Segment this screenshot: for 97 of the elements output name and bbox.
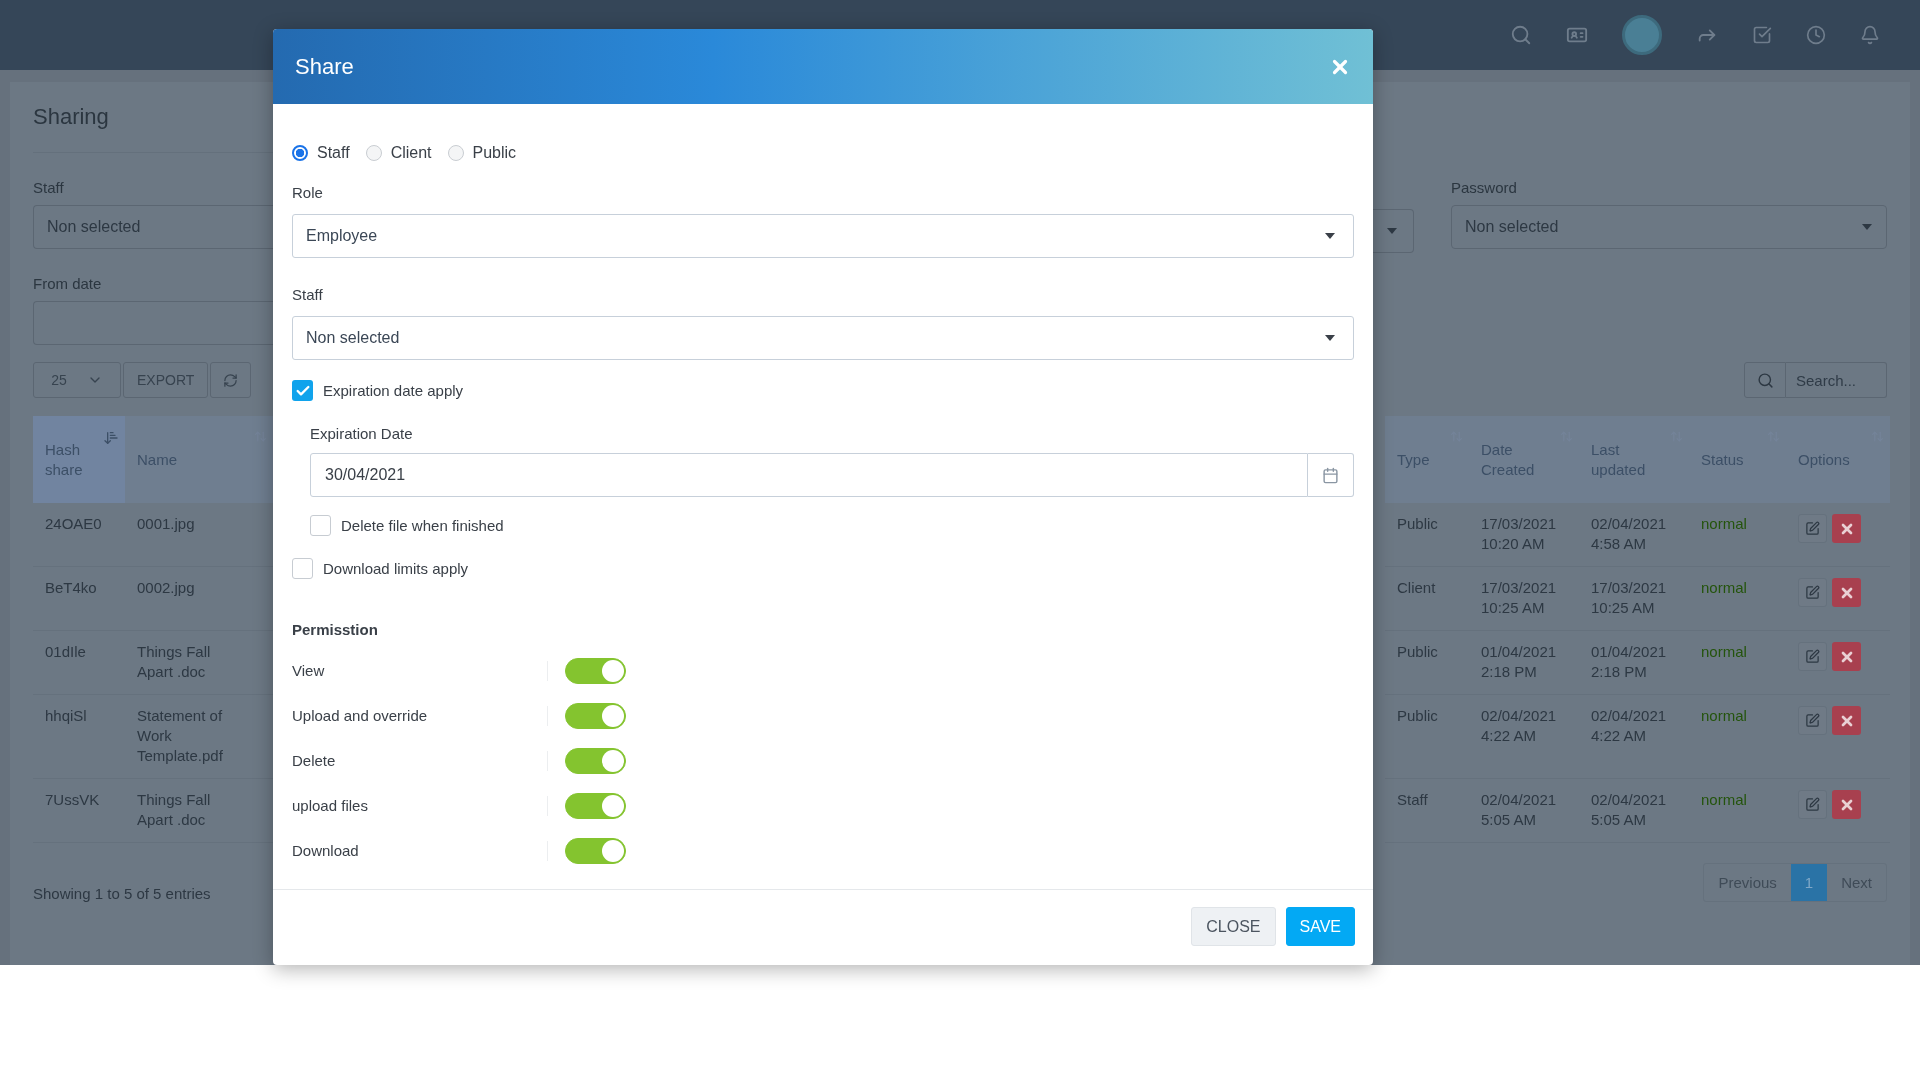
table-cell: Client — [1385, 567, 1469, 631]
toggle-switch[interactable] — [565, 837, 626, 864]
table-cell: 02/04/2021 4:22 AM — [1579, 695, 1689, 779]
radio-button[interactable] — [365, 145, 382, 161]
edit-icon — [1805, 797, 1820, 812]
delete-button[interactable] — [1832, 706, 1861, 735]
table-cell: 7UssVK — [33, 779, 125, 843]
toggle-switch[interactable] — [565, 657, 626, 684]
edit-button[interactable] — [1798, 706, 1827, 735]
status-text: normal — [1689, 779, 1786, 843]
select-field[interactable]: Employee — [292, 214, 1354, 258]
delete-button[interactable] — [1832, 642, 1861, 671]
edit-button[interactable] — [1798, 578, 1827, 607]
refresh-button[interactable] — [210, 362, 252, 398]
table-cell: 02/04/2021 4:58 AM — [1579, 503, 1689, 567]
table-cell: 02/04/2021 5:05 AM — [1469, 779, 1579, 843]
table-cell: 02/04/2021 4:22 AM — [1469, 695, 1579, 779]
table-cell: Public — [1385, 631, 1469, 695]
delete-button[interactable] — [1832, 514, 1861, 543]
bell-icon[interactable] — [1860, 25, 1880, 45]
filter-label: From date — [33, 275, 103, 292]
edit-button[interactable] — [1798, 514, 1827, 543]
checkbox[interactable] — [292, 558, 313, 579]
checkbox-label: Expiration date apply — [323, 382, 464, 399]
field-label: Staff — [292, 286, 324, 303]
radio-button[interactable] — [292, 145, 308, 161]
radio-label: Client — [390, 144, 432, 162]
caret-icon — [1386, 228, 1397, 234]
status-text: normal — [1689, 631, 1786, 695]
select-field[interactable]: Non selected — [33, 205, 273, 249]
column-header[interactable]: Hash share — [33, 416, 125, 503]
filter-label: Password — [1451, 179, 1518, 196]
edit-icon — [1805, 649, 1820, 664]
filter-label: Staff — [33, 179, 65, 196]
radio-label: Public — [472, 144, 517, 162]
calendar-button[interactable] — [1308, 453, 1354, 497]
checkbox-icon[interactable] — [1752, 25, 1772, 45]
search-field[interactable]: Search... — [1786, 362, 1887, 398]
table-cell: Public — [1385, 503, 1469, 567]
caret-icon — [1862, 224, 1872, 230]
table-cell: 01/04/2021 2:18 PM — [1579, 631, 1689, 695]
section-title: Permisstion — [292, 621, 379, 638]
toggle-switch[interactable] — [565, 702, 626, 729]
table-cell: 02/04/2021 5:05 AM — [1579, 779, 1689, 843]
search-button[interactable] — [1744, 362, 1786, 398]
table-cell: 17/03/2021 10:25 AM — [1579, 567, 1689, 631]
caret-icon — [1325, 335, 1335, 341]
edit-button[interactable] — [1798, 642, 1827, 671]
status-text: normal — [1689, 695, 1786, 779]
delete-button[interactable] — [1832, 790, 1861, 819]
table-cell: Public — [1385, 695, 1469, 779]
checkbox-label: Delete file when finished — [341, 517, 504, 534]
table-cell: hhqiSl — [33, 695, 125, 779]
pagination-button[interactable]: 1 — [1790, 864, 1828, 901]
permission-label: Download — [292, 842, 360, 859]
table-cell: BeT4ko — [33, 567, 125, 631]
checkbox-label: Download limits apply — [323, 560, 469, 577]
checkbox[interactable] — [310, 515, 331, 536]
checkbox[interactable] — [292, 380, 313, 401]
table-cell: 17/03/2021 10:25 AM — [1469, 567, 1579, 631]
select-field[interactable]: Non selected — [292, 316, 1354, 360]
edit-icon — [1805, 585, 1820, 600]
radio-button[interactable] — [447, 145, 464, 161]
field-label: Role — [292, 184, 324, 201]
edit-icon — [1805, 521, 1820, 536]
caret-icon — [1325, 233, 1335, 239]
toggle-switch[interactable] — [565, 792, 626, 819]
search-icon[interactable] — [1510, 24, 1532, 46]
delete-button[interactable] — [1832, 578, 1861, 607]
select-field[interactable]: Non selected — [1451, 205, 1887, 249]
save-button[interactable]: SAVE — [1285, 907, 1355, 946]
field-label: Expiration Date — [310, 425, 414, 442]
table-cell: 01/04/2021 2:18 PM — [1469, 631, 1579, 695]
edit-button[interactable] — [1798, 790, 1827, 819]
close-button[interactable]: CLOSE — [1191, 907, 1276, 946]
calendar-icon — [1322, 466, 1339, 484]
table-cell: Staff — [1385, 779, 1469, 843]
table-cell: 01dIle — [33, 631, 125, 695]
table-cell: 24OAE0 — [33, 503, 125, 567]
edit-icon — [1805, 713, 1820, 728]
status-text: normal — [1689, 567, 1786, 631]
refresh-icon — [223, 372, 239, 388]
permission-label: Delete — [292, 752, 337, 769]
permission-label: Upload and override — [292, 707, 429, 724]
avatar[interactable] — [1622, 15, 1662, 55]
sort-icon — [103, 430, 119, 446]
entries-info: Showing 1 to 5 of 5 entries — [33, 885, 211, 902]
permission-label: upload files — [292, 797, 369, 814]
date-field[interactable] — [33, 301, 273, 345]
permission-label: View — [292, 662, 326, 679]
toggle-switch[interactable] — [565, 747, 626, 774]
status-text: normal — [1689, 503, 1786, 567]
date-field[interactable]: 30/04/2021 — [310, 453, 1308, 497]
dialog-title: Share — [295, 53, 354, 80]
search-icon — [1756, 371, 1774, 389]
table-cell: 17/03/2021 10:20 AM — [1469, 503, 1579, 567]
clock-icon[interactable] — [1806, 25, 1826, 45]
